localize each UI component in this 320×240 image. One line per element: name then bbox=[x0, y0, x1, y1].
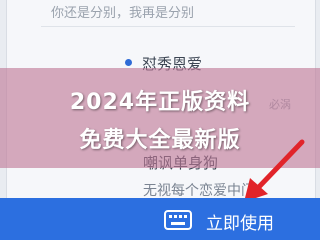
faded-text-line: 你还是分别，我再是分别 bbox=[51, 6, 195, 20]
use-now-button[interactable]: 立即使用 bbox=[206, 209, 274, 234]
promo-title-line-1: 2024年正版资料 bbox=[69, 90, 251, 115]
keyboard-icon bbox=[164, 210, 192, 230]
bullet-icon bbox=[125, 59, 132, 66]
divider bbox=[41, 26, 295, 27]
